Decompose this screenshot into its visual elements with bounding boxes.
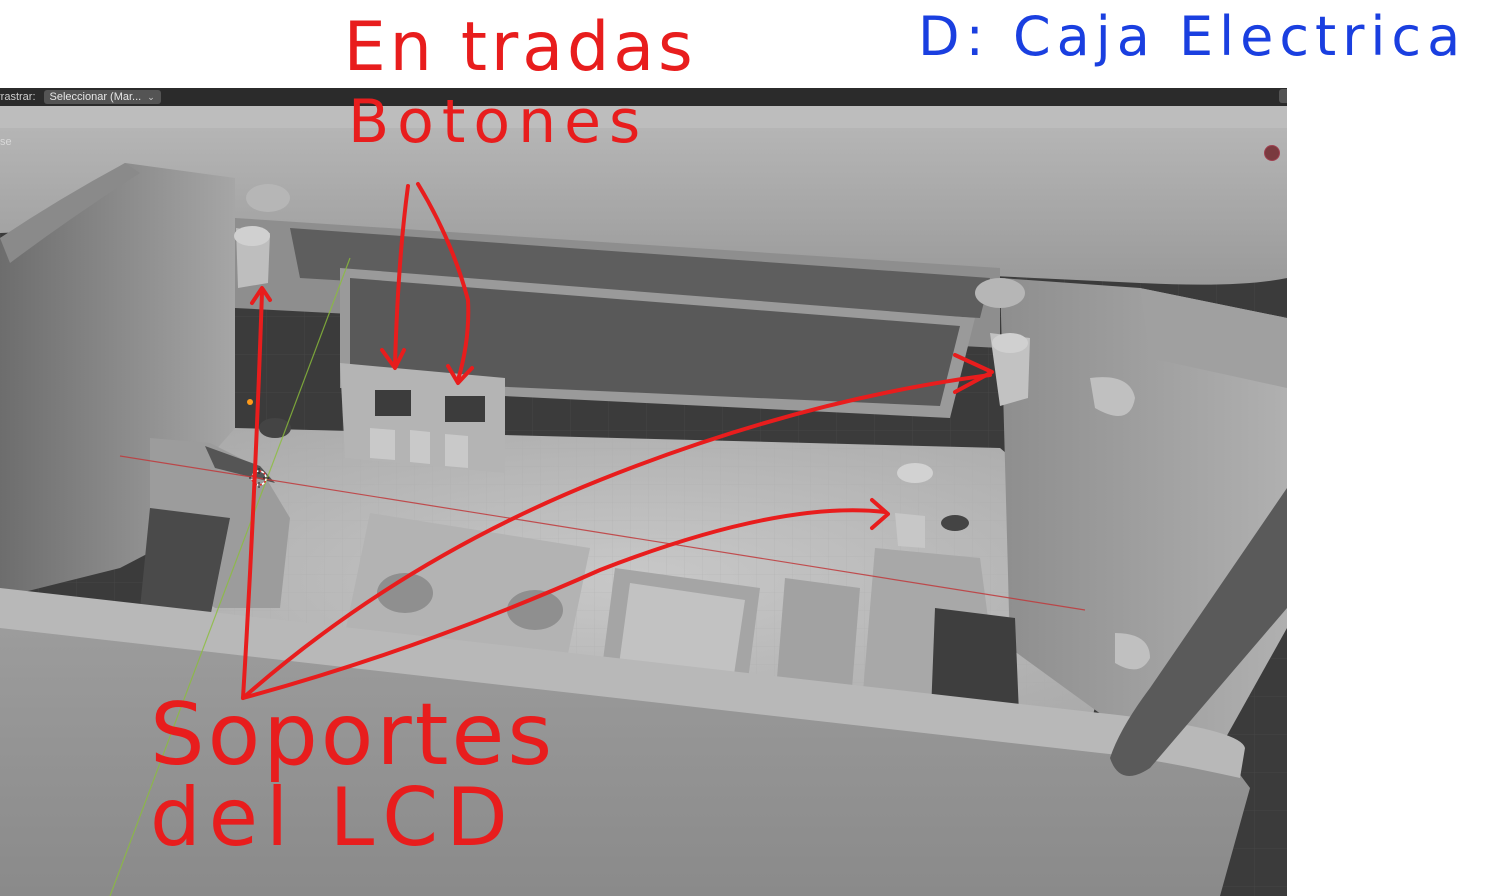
3d-cursor-icon[interactable] xyxy=(248,467,270,489)
annotation-botones: Botones xyxy=(348,87,649,157)
chevron-down-icon: ⌄ xyxy=(147,91,155,102)
annotation-entradas: En tradas xyxy=(343,8,697,87)
record-dot-icon[interactable] xyxy=(1264,145,1280,161)
annotation-caja-electrica: D: Caja Electrica xyxy=(918,5,1467,68)
viewport-mode-label: se xyxy=(0,136,12,148)
select-mode-dropdown[interactable]: Seleccionar (Mar... ⌄ xyxy=(43,90,161,104)
header-button[interactable] xyxy=(1279,89,1287,103)
annotation-del-lcd: del LCD xyxy=(150,771,516,864)
drag-label: rrastrar: xyxy=(0,91,36,103)
select-mode-value: Seleccionar (Mar... xyxy=(49,91,142,103)
annotation-soportes: Soportes xyxy=(150,685,556,785)
